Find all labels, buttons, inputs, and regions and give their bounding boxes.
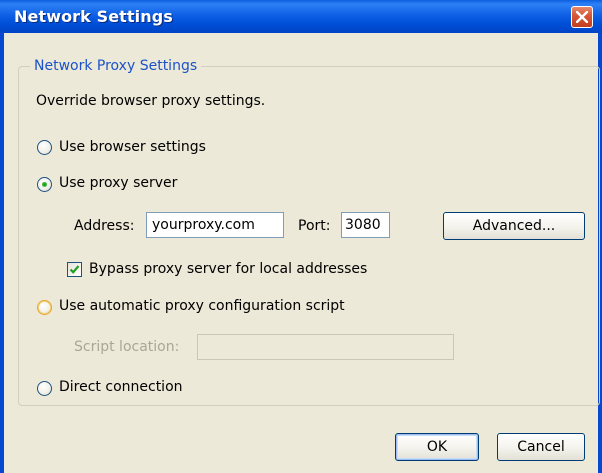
label-use-proxy-server[interactable]: Use proxy server: [59, 175, 177, 191]
ok-button[interactable]: OK: [395, 433, 479, 461]
radio-auto-config-script[interactable]: [37, 300, 52, 315]
label-auto-config-script[interactable]: Use automatic proxy configuration script: [59, 298, 345, 314]
bypass-checkbox[interactable]: [67, 262, 82, 277]
advanced-button[interactable]: Advanced...: [443, 212, 585, 240]
radio-use-proxy-server[interactable]: [37, 177, 52, 192]
radio-selected-dot: [42, 182, 47, 187]
close-icon: [576, 11, 588, 23]
radio-use-browser-settings[interactable]: [37, 140, 52, 155]
script-location-label: Script location:: [74, 339, 180, 355]
address-input[interactable]: yourproxy.com: [146, 212, 284, 238]
cancel-button[interactable]: Cancel: [497, 433, 585, 461]
window-title: Network Settings: [14, 7, 173, 26]
bypass-label[interactable]: Bypass proxy server for local addresses: [89, 261, 367, 277]
group-title: Network Proxy Settings: [30, 58, 202, 74]
label-use-browser-settings[interactable]: Use browser settings: [59, 139, 206, 155]
script-location-input[interactable]: [197, 334, 454, 360]
intro-text: Override browser proxy settings.: [36, 93, 266, 109]
label-direct-connection[interactable]: Direct connection: [59, 379, 183, 395]
title-bar[interactable]: Network Settings: [0, 0, 602, 33]
address-label: Address:: [74, 218, 135, 234]
radio-direct-connection[interactable]: [37, 381, 52, 396]
checkmark-icon: [69, 265, 80, 274]
port-label: Port:: [298, 218, 331, 234]
close-button[interactable]: [571, 6, 593, 28]
port-input[interactable]: 3080: [341, 212, 390, 238]
